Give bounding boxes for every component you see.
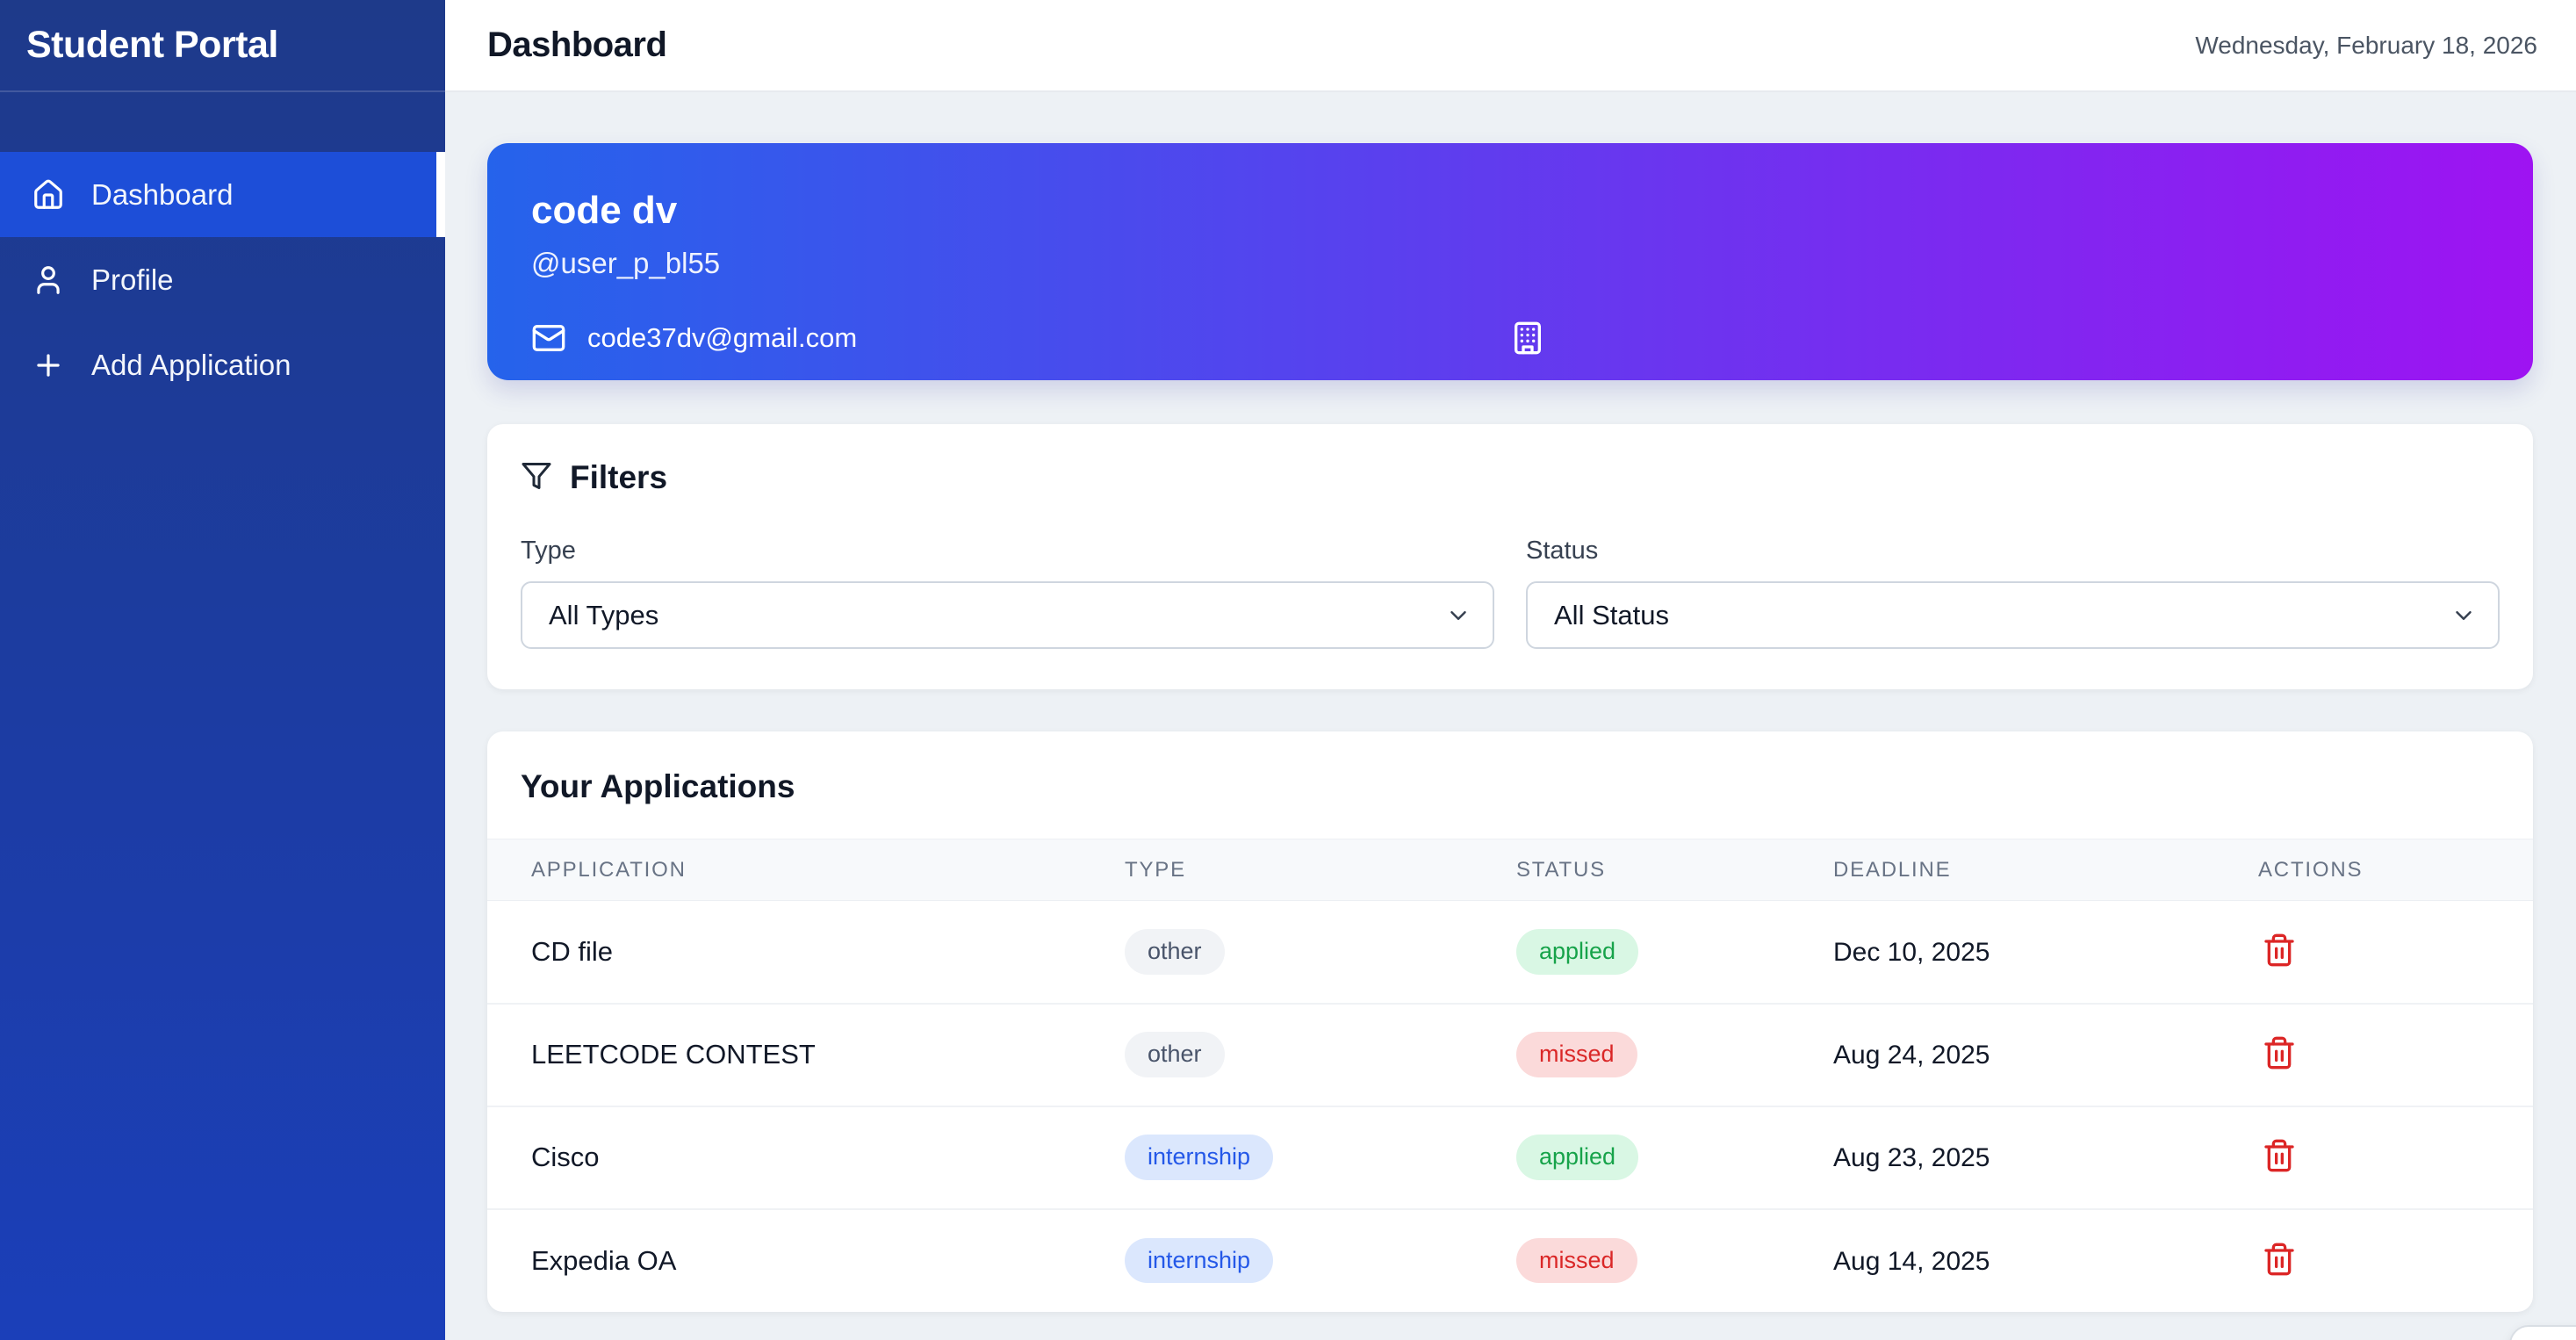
- sidebar-header: Student Portal: [0, 0, 445, 92]
- sidebar-item-dashboard[interactable]: Dashboard: [0, 152, 445, 237]
- applications-card: Your Applications APPLICATION TYPE STATU…: [487, 731, 2533, 1312]
- app-title: Student Portal: [26, 24, 278, 66]
- type-filter-wrap: All Types: [521, 581, 1494, 649]
- application-status-cell: missed: [1472, 1002, 1789, 1106]
- table-header: APPLICATION TYPE STATUS DEADLINE ACTIONS: [487, 839, 2533, 901]
- application-status-cell: missed: [1472, 1207, 1789, 1312]
- profile-name: code dv: [531, 189, 678, 232]
- sidebar-item-label: Add Application: [91, 348, 291, 381]
- application-deadline: Aug 14, 2025: [1789, 1207, 2214, 1312]
- profile-card: code dv @user_p_bl55 code37dv@gmail.com: [487, 143, 2533, 380]
- type-badge: internship: [1125, 1135, 1274, 1180]
- type-badge: internship: [1125, 1237, 1274, 1284]
- sidebar-item-label: Profile: [91, 263, 174, 296]
- funnel-icon: [521, 460, 552, 496]
- type-badge: other: [1125, 1032, 1225, 1077]
- profile-contact-row: code37dv@gmail.com: [531, 321, 2489, 356]
- user-icon: [32, 263, 65, 297]
- column-header-type: TYPE: [1081, 839, 1472, 901]
- application-deadline: Aug 24, 2025: [1789, 1002, 2214, 1106]
- trash-icon: [2264, 933, 2294, 967]
- current-date: Wednesday, February 18, 2026: [2195, 31, 2537, 59]
- application-name: CD file: [531, 935, 614, 967]
- delete-application-button[interactable]: [2258, 1032, 2300, 1074]
- active-indicator: [436, 152, 445, 237]
- status-filter-field: Status All Status: [1526, 537, 2500, 649]
- sidebar-item-label: Dashboard: [91, 177, 234, 211]
- top-header: Dashboard Wednesday, February 18, 2026: [445, 0, 2576, 92]
- delete-application-button[interactable]: [2258, 1135, 2300, 1177]
- filters-title: Filters: [570, 459, 668, 495]
- profile-handle: @user_p_bl55: [531, 247, 721, 279]
- filters-grid: Type All Types Status All Status: [521, 537, 2500, 649]
- type-filter-select[interactable]: All Types: [521, 581, 1494, 649]
- profile-university: [1510, 321, 2489, 356]
- status-filter-label: Status: [1526, 537, 1599, 565]
- corner-popup[interactable]: [2509, 1325, 2576, 1340]
- column-header-application: APPLICATION: [487, 839, 1081, 901]
- main-area: Dashboard Wednesday, February 18, 2026 c…: [445, 0, 2576, 1340]
- table-row: LEETCODE CONTEST other missed Aug 24, 2025: [487, 1002, 2533, 1106]
- column-header-deadline: DEADLINE: [1789, 839, 2214, 901]
- sidebar: Student Portal Dashboard Profile Add App…: [0, 0, 445, 1340]
- applications-table: APPLICATION TYPE STATUS DEADLINE ACTIONS…: [487, 839, 2533, 1312]
- application-type-cell: internship: [1081, 1105, 1472, 1209]
- application-status-cell: applied: [1472, 901, 1789, 1004]
- application-name: Cisco: [487, 1105, 1081, 1209]
- delete-application-button[interactable]: [2258, 1238, 2300, 1280]
- status-filter-wrap: All Status: [1526, 581, 2500, 649]
- home-icon: [32, 178, 65, 212]
- application-actions-cell: [2214, 1105, 2533, 1209]
- type-filter-label: Type: [521, 537, 576, 565]
- status-badge: applied: [1516, 928, 1639, 975]
- type-badge: other: [1125, 928, 1225, 975]
- filters-card: Filters Type All Types Status All Status: [487, 424, 2533, 689]
- application-actions-cell: [2214, 1002, 2533, 1106]
- sidebar-nav: Dashboard Profile Add Application: [0, 92, 445, 407]
- sidebar-item-profile[interactable]: Profile: [0, 237, 445, 322]
- filters-header: Filters: [521, 459, 2500, 496]
- trash-icon: [2264, 1036, 2294, 1070]
- column-header-status: STATUS: [1472, 839, 1789, 901]
- table-row: CD file other applied Dec 10, 2025: [487, 901, 2533, 1004]
- profile-email: code37dv@gmail.com: [531, 321, 1510, 356]
- status-filter-select[interactable]: All Status: [1526, 581, 2500, 649]
- application-name: LEETCODE CONTEST: [487, 1002, 1081, 1106]
- application-type-cell: other: [1081, 901, 1472, 1004]
- application-type-cell: other: [1081, 1002, 1472, 1106]
- profile-email-text: code37dv@gmail.com: [587, 322, 858, 353]
- delete-application-button[interactable]: [2258, 929, 2300, 971]
- sidebar-item-add-application[interactable]: Add Application: [0, 322, 445, 407]
- application-status-cell: applied: [1472, 1105, 1789, 1209]
- mail-icon: [531, 321, 566, 356]
- column-header-actions: ACTIONS: [2214, 839, 2533, 901]
- table-body: CD file other applied Dec 10, 2025 LEETCODE …: [487, 901, 2533, 1312]
- status-badge: missed: [1516, 1237, 1637, 1284]
- application-name: Expedia OA: [487, 1207, 1081, 1312]
- building-icon: [1510, 321, 1545, 356]
- page-title: Dashboard: [487, 25, 667, 64]
- applications-title: Your Applications: [521, 768, 795, 804]
- trash-icon: [2264, 1139, 2294, 1172]
- application-actions-cell: [2214, 901, 2533, 1004]
- content: code dv @user_p_bl55 code37dv@gmail.com: [445, 92, 2576, 1312]
- trash-icon: [2264, 1243, 2294, 1275]
- type-filter-field: Type All Types: [521, 537, 1494, 649]
- plus-icon: [32, 349, 65, 382]
- table-row: Expedia OA internship missed Aug 14, 2025: [487, 1207, 2533, 1312]
- table-row: Cisco internship applied Aug 23, 2025: [487, 1105, 2533, 1209]
- status-badge: applied: [1516, 1135, 1639, 1180]
- application-actions-cell: [2214, 1207, 2533, 1312]
- application-deadline: Dec 10, 2025: [1833, 937, 1990, 967]
- status-badge: missed: [1516, 1032, 1637, 1077]
- application-deadline: Aug 23, 2025: [1789, 1105, 2214, 1209]
- application-type-cell: internship: [1081, 1207, 1472, 1312]
